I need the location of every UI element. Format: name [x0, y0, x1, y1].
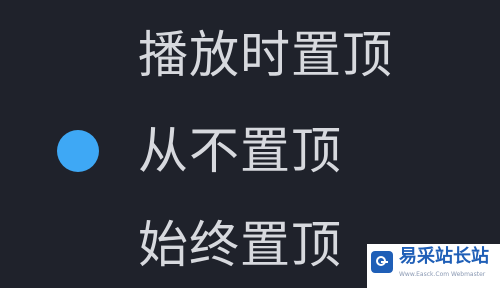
- menu-item-label: 播放时置顶: [138, 26, 393, 84]
- menu-item-never-pin[interactable]: 从不置顶: [0, 111, 500, 191]
- site-logo-icon: [371, 251, 393, 273]
- menu-item-pin-while-playing[interactable]: 播放时置顶: [0, 15, 500, 95]
- menu-item-label: 从不置顶: [138, 122, 342, 180]
- site-watermark: 易采站长站 Www.Easck.Com Webmaster: [367, 244, 500, 288]
- watermark-title: 易采站长站: [399, 246, 489, 267]
- selected-dot-icon: [57, 130, 99, 172]
- menu-item-label: 始终置顶: [138, 216, 342, 274]
- watermark-url: Www.Easck.Com Webmaster: [399, 271, 486, 278]
